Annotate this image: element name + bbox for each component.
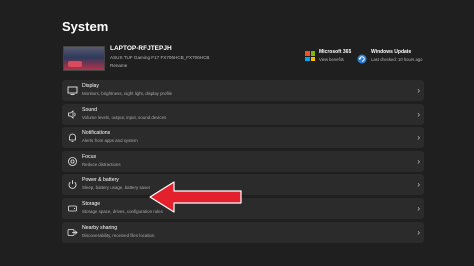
- device-name: LAPTOP-RFJTEPJH: [110, 45, 172, 52]
- settings-item-label: Storage: [82, 200, 101, 207]
- settings-item-sound[interactable]: Sound Volume levels, output, input, soun…: [62, 103, 424, 125]
- chevron-right-icon: ›: [417, 109, 420, 119]
- windows-update-title: Windows Update: [371, 49, 412, 55]
- settings-item-description: Monitors, brightness, night light, displ…: [82, 91, 173, 96]
- settings-item-nearby-sharing[interactable]: Nearby sharing Discoverability, received…: [62, 221, 424, 243]
- settings-item-label: Power & battery: [82, 177, 119, 184]
- settings-item-description: Volume levels, output, input, sound devi…: [82, 114, 167, 120]
- settings-item-description: Discoverability, received files location: [82, 232, 155, 238]
- power-icon: [67, 179, 78, 190]
- device-thumbnail: [63, 46, 105, 71]
- settings-item-focus[interactable]: Focus Reduce distractions ›: [62, 150, 424, 172]
- microsoft365-title: Microsoft 365: [319, 49, 352, 55]
- settings-item-notifications[interactable]: Notifications Alerts from apps and syste…: [62, 127, 424, 149]
- nearby-sharing-icon: [67, 227, 78, 238]
- settings-item-description: Reduce distractions: [82, 161, 121, 167]
- page-title: System: [62, 19, 109, 34]
- sound-icon: [67, 109, 78, 120]
- chevron-right-icon: ›: [417, 180, 420, 190]
- microsoft365-subtitle: View benefits: [319, 57, 344, 62]
- microsoft-logo-icon: [305, 51, 315, 61]
- settings-item-description: Alerts from apps and system: [82, 138, 138, 144]
- red-arrow-annotation: [149, 181, 242, 213]
- windows-update-card[interactable]: Windows Update Last checked: 10 hours ag…: [357, 48, 427, 68]
- settings-item-label: Focus: [82, 153, 97, 160]
- device-model: ASUS TUF Gaming F17 FX706HCB_FX706HCB: [110, 55, 210, 60]
- chevron-right-icon: ›: [417, 227, 420, 237]
- storage-icon: [67, 203, 78, 214]
- notifications-icon: [67, 132, 78, 143]
- chevron-right-icon: ›: [417, 156, 420, 166]
- windows-update-subtitle: Last checked: 10 hours ago: [371, 57, 423, 62]
- focus-icon: [67, 156, 78, 167]
- settings-item-label: Display: [82, 83, 100, 89]
- chevron-right-icon: ›: [417, 133, 420, 143]
- display-icon: [67, 85, 78, 96]
- settings-item-display[interactable]: Display Monitors, brightness, night ligh…: [62, 80, 424, 101]
- rename-link[interactable]: Rename: [110, 63, 127, 68]
- chevron-right-icon: ›: [417, 203, 420, 213]
- settings-item-label: Sound: [82, 106, 98, 113]
- settings-item-label: Notifications: [82, 130, 111, 137]
- chevron-right-icon: ›: [417, 86, 420, 95]
- windows-update-icon: [357, 51, 367, 64]
- settings-item-label: Nearby sharing: [82, 224, 118, 231]
- settings-item-description: Sleep, battery usage, battery saver: [82, 185, 151, 191]
- settings-list: Display Monitors, brightness, night ligh…: [62, 80, 424, 245]
